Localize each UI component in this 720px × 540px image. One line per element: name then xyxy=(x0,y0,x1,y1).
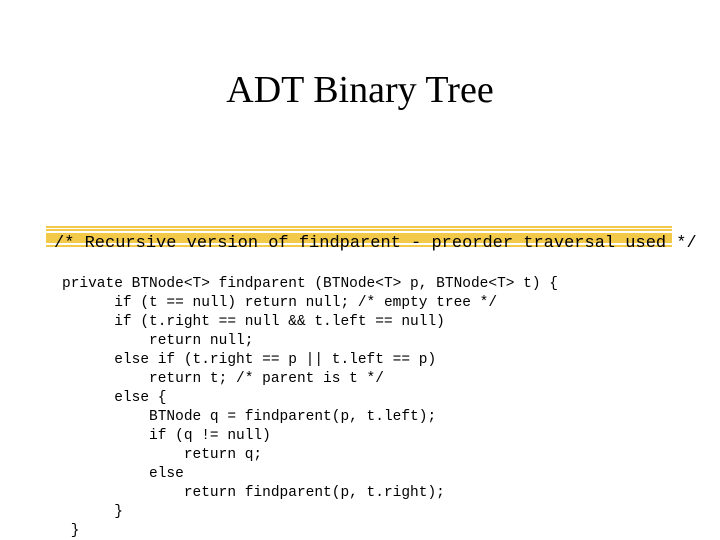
underline-stroke xyxy=(46,226,672,228)
code-comment: /* Recursive version of findparent - pre… xyxy=(54,234,697,253)
underline-stroke xyxy=(46,229,672,231)
slide-title: ADT Binary Tree xyxy=(0,68,720,112)
slide: ADT Binary Tree /* Recursive version of … xyxy=(0,68,720,540)
code-block: private BTNode<T> findparent (BTNode<T> … xyxy=(62,275,558,540)
